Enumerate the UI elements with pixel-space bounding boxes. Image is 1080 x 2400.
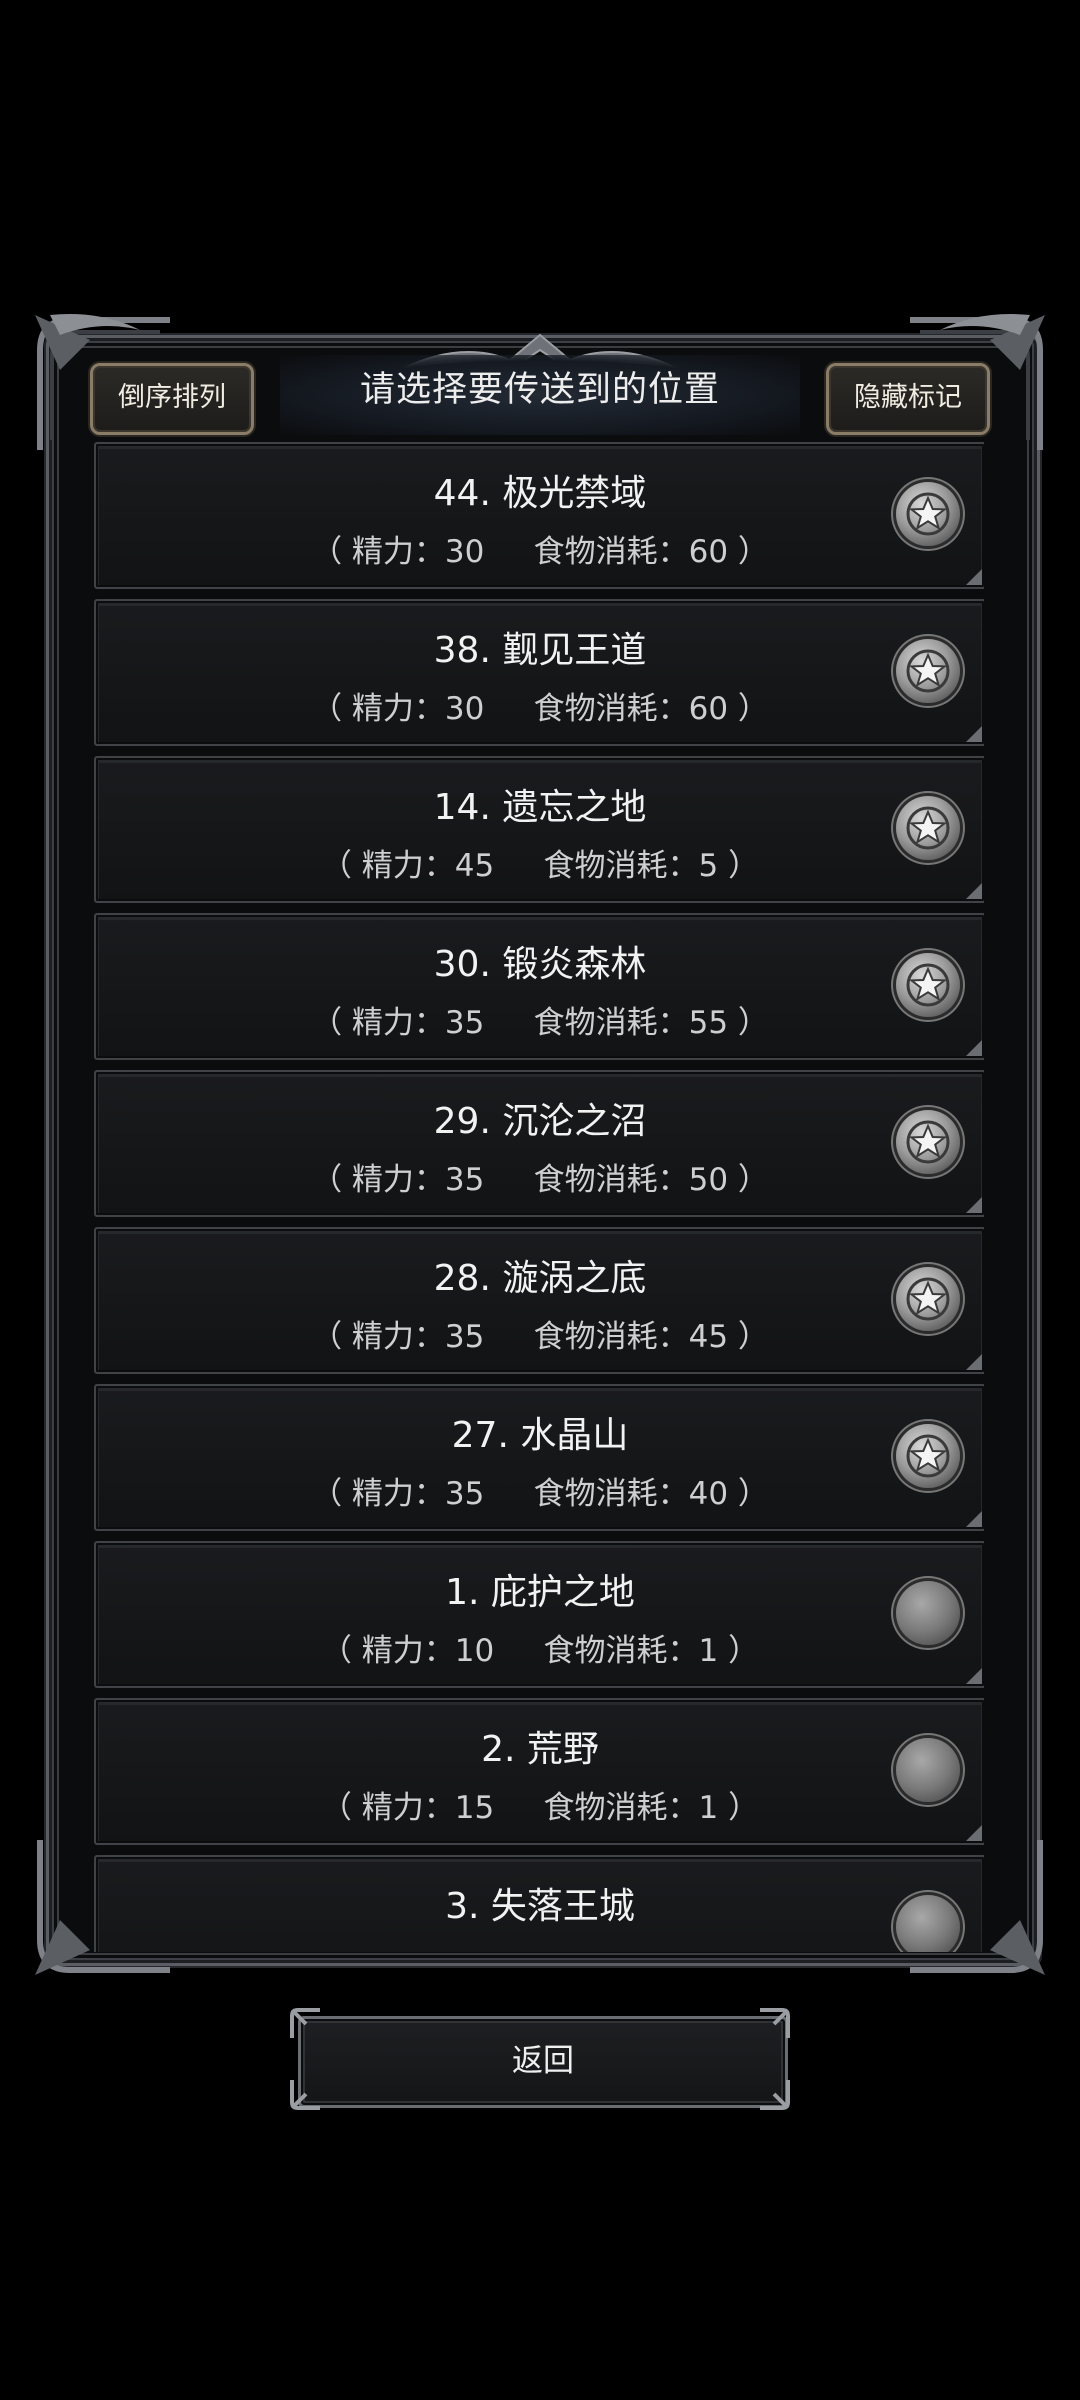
location-stats: （ 精力：30 食物消耗：60 ） <box>311 691 769 727</box>
corner-notch <box>966 1040 982 1056</box>
location-name: 44. 极光禁域 <box>433 473 647 514</box>
location-list[interactable]: 44. 极光禁域 （ 精力：30 食物消耗：60 ） 38. 觐见王道 （ 精力… <box>94 442 984 1952</box>
star-badge-icon[interactable] <box>896 953 960 1017</box>
location-name: 3. 失落王城 <box>445 1886 635 1927</box>
location-name: 38. 觐见王道 <box>433 630 647 671</box>
location-name: 28. 漩涡之底 <box>433 1258 647 1299</box>
corner-notch <box>966 1354 982 1370</box>
star-badge-icon[interactable] <box>896 482 960 546</box>
location-stats: （ 精力：30 食物消耗：60 ） <box>311 534 769 570</box>
star-badge-icon[interactable] <box>896 1267 960 1331</box>
star-badge-icon[interactable] <box>896 796 960 860</box>
button-ornament-icon <box>290 2008 320 2038</box>
star-badge-icon[interactable] <box>896 639 960 703</box>
location-stats: （ 精力：35 食物消耗：45 ） <box>311 1319 769 1355</box>
location-stats: （ 精力：15 食物消耗：1 ） <box>320 1790 760 1826</box>
corner-notch <box>966 726 982 742</box>
location-row[interactable]: 30. 锻炎森林 （ 精力：35 食物消耗：55 ） <box>94 913 984 1060</box>
button-ornament-icon <box>760 2080 790 2110</box>
panel-header: 倒序排列 请选择要传送到的位置 隐藏标记 <box>60 345 1020 435</box>
corner-notch <box>966 569 982 585</box>
empty-badge-icon[interactable] <box>896 1895 960 1952</box>
location-stats: （ 精力：45 食物消耗：5 ） <box>320 848 760 884</box>
reverse-sort-button[interactable]: 倒序排列 <box>90 363 254 435</box>
corner-notch <box>966 1197 982 1213</box>
location-name: 14. 遗忘之地 <box>433 787 647 828</box>
location-stats: （ 精力：35 食物消耗：40 ） <box>311 1476 769 1512</box>
button-ornament-icon <box>290 2080 320 2110</box>
location-row[interactable]: 28. 漩涡之底 （ 精力：35 食物消耗：45 ） <box>94 1227 984 1374</box>
location-name: 1. 庇护之地 <box>445 1572 635 1613</box>
corner-notch <box>966 883 982 899</box>
location-name: 2. 荒野 <box>481 1729 599 1770</box>
location-row[interactable]: 27. 水晶山 （ 精力：35 食物消耗：40 ） <box>94 1384 984 1531</box>
location-stats: （ 精力：35 食物消耗：50 ） <box>311 1162 769 1198</box>
location-row[interactable]: 29. 沉沦之沼 （ 精力：35 食物消耗：50 ） <box>94 1070 984 1217</box>
location-row[interactable]: 3. 失落王城 <box>94 1855 984 1952</box>
button-ornament-icon <box>760 2008 790 2038</box>
empty-badge-icon[interactable] <box>896 1581 960 1645</box>
location-row[interactable]: 2. 荒野 （ 精力：15 食物消耗：1 ） <box>94 1698 984 1845</box>
location-stats: （ 精力：35 食物消耗：55 ） <box>311 1005 769 1041</box>
star-badge-icon[interactable] <box>896 1110 960 1174</box>
location-row[interactable]: 44. 极光禁域 （ 精力：30 食物消耗：60 ） <box>94 442 984 589</box>
location-name: 27. 水晶山 <box>451 1415 629 1456</box>
location-name: 29. 沉沦之沼 <box>433 1101 647 1142</box>
corner-notch <box>966 1511 982 1527</box>
location-row[interactable]: 1. 庇护之地 （ 精力：10 食物消耗：1 ） <box>94 1541 984 1688</box>
back-button[interactable]: 返回 <box>298 2016 788 2108</box>
corner-notch <box>966 1668 982 1684</box>
empty-badge-icon[interactable] <box>896 1738 960 1802</box>
corner-notch <box>966 1825 982 1841</box>
location-row[interactable]: 38. 觐见王道 （ 精力：30 食物消耗：60 ） <box>94 599 984 746</box>
hide-markers-button[interactable]: 隐藏标记 <box>826 363 990 435</box>
location-row[interactable]: 14. 遗忘之地 （ 精力：45 食物消耗：5 ） <box>94 756 984 903</box>
star-badge-icon[interactable] <box>896 1424 960 1488</box>
page-title: 请选择要传送到的位置 <box>359 370 720 410</box>
location-stats: （ 精力：10 食物消耗：1 ） <box>320 1633 760 1669</box>
location-name: 30. 锻炎森林 <box>433 944 647 985</box>
